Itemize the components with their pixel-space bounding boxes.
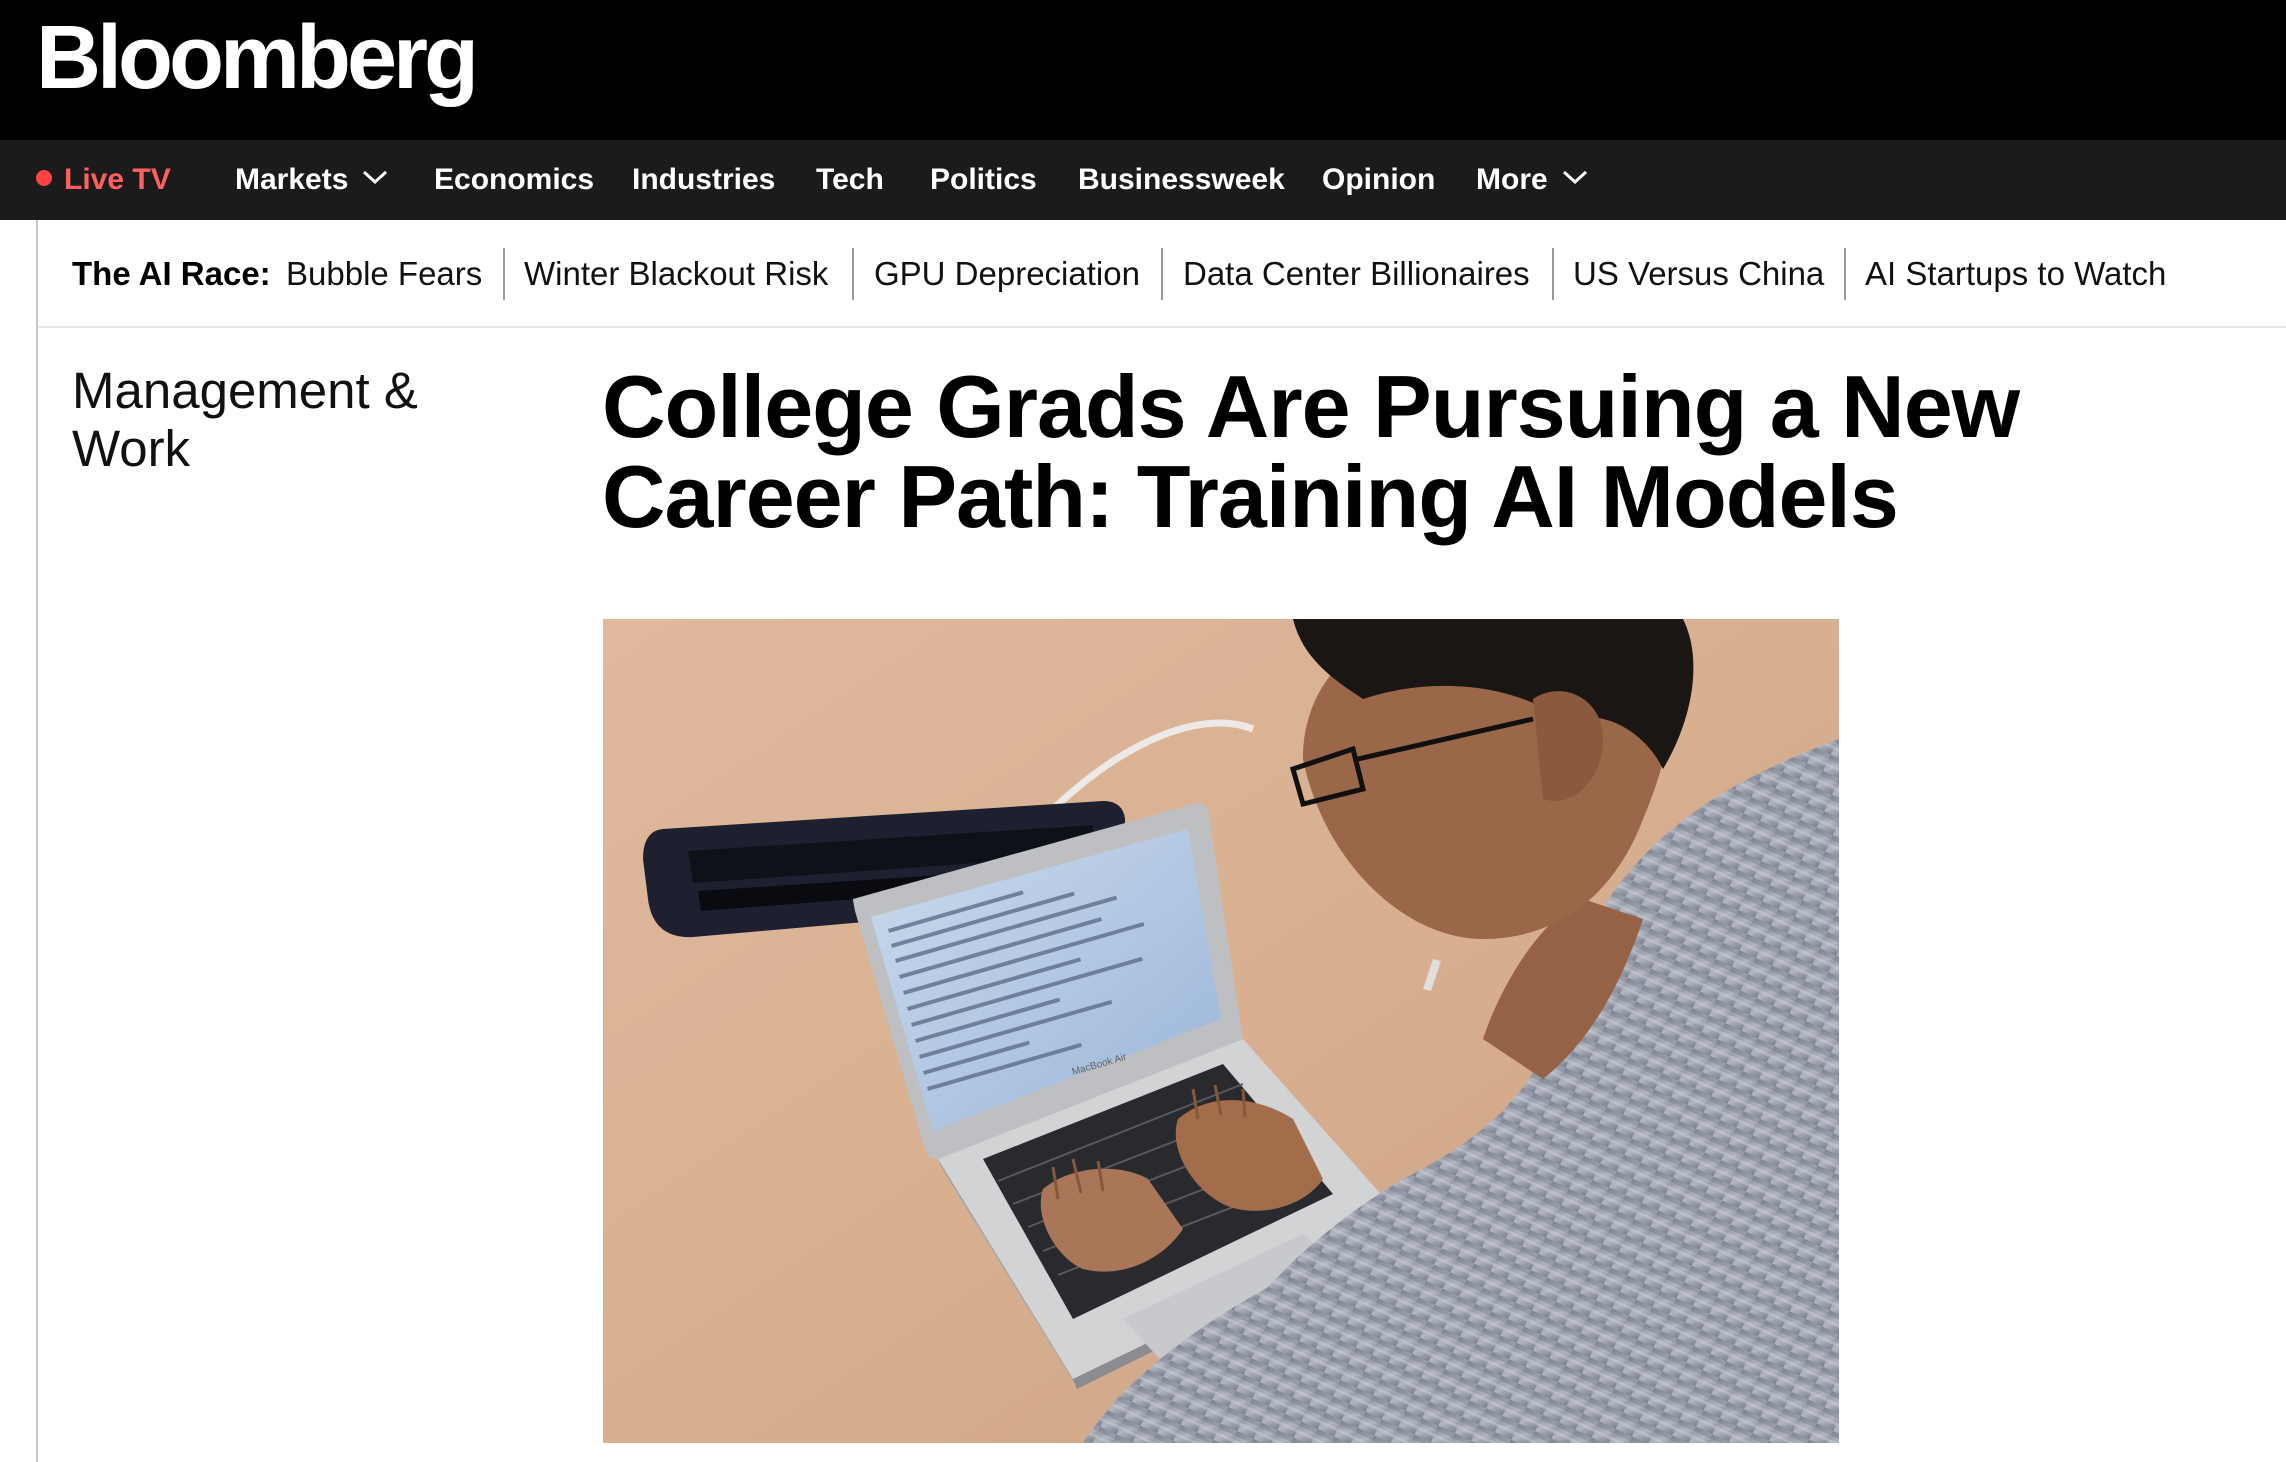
bloomberg-logo[interactable]: Bloomberg <box>36 2 479 114</box>
race-divider <box>503 248 505 300</box>
race-link-bubble-fears[interactable]: Bubble Fears <box>286 220 482 328</box>
article-section-label[interactable]: Management & Work <box>72 362 452 478</box>
race-divider <box>1552 248 1554 300</box>
race-divider <box>852 248 854 300</box>
nav-politics[interactable]: Politics <box>930 140 1037 220</box>
chevron-down-icon <box>362 169 388 185</box>
nav-industries[interactable]: Industries <box>632 140 775 220</box>
nav-live-tv-label: Live TV <box>64 163 171 196</box>
ai-race-label: The AI Race: <box>72 255 271 292</box>
nav-opinion[interactable]: Opinion <box>1322 140 1435 220</box>
race-link-gpu-depreciation[interactable]: GPU Depreciation <box>874 220 1140 328</box>
main-nav: Live TV Markets Economics Industries Tec… <box>0 140 2286 220</box>
nav-live-tv[interactable]: Live TV <box>36 140 171 220</box>
nav-more-label: More <box>1476 163 1548 196</box>
hero-photo-illustration: MacBook Air <box>603 619 1839 1443</box>
nav-tech[interactable]: Tech <box>816 140 884 220</box>
hero-image: MacBook Air <box>603 619 1839 1443</box>
chevron-down-icon <box>1562 169 1588 185</box>
left-border-rule <box>36 220 38 1462</box>
race-divider <box>1844 248 1846 300</box>
nav-markets-label: Markets <box>235 163 349 196</box>
race-link-winter-blackout[interactable]: Winter Blackout Risk <box>524 220 828 328</box>
race-divider <box>1161 248 1163 300</box>
race-link-data-center[interactable]: Data Center Billionaires <box>1183 220 1530 328</box>
nav-businessweek[interactable]: Businessweek <box>1078 140 1285 220</box>
race-link-ai-startups[interactable]: AI Startups to Watch <box>1865 220 2166 328</box>
nav-markets[interactable]: Markets <box>235 140 388 220</box>
article-headline: College Grads Are Pursuing a New Career … <box>602 357 2020 546</box>
nav-more[interactable]: More <box>1476 140 1588 220</box>
race-link-us-china[interactable]: US Versus China <box>1573 220 1824 328</box>
nav-economics[interactable]: Economics <box>434 140 594 220</box>
ai-race-bar: The AI Race: Bubble Fears Winter Blackou… <box>38 220 2286 328</box>
brand-bar: Bloomberg <box>0 0 2286 140</box>
live-dot-icon <box>36 170 52 187</box>
